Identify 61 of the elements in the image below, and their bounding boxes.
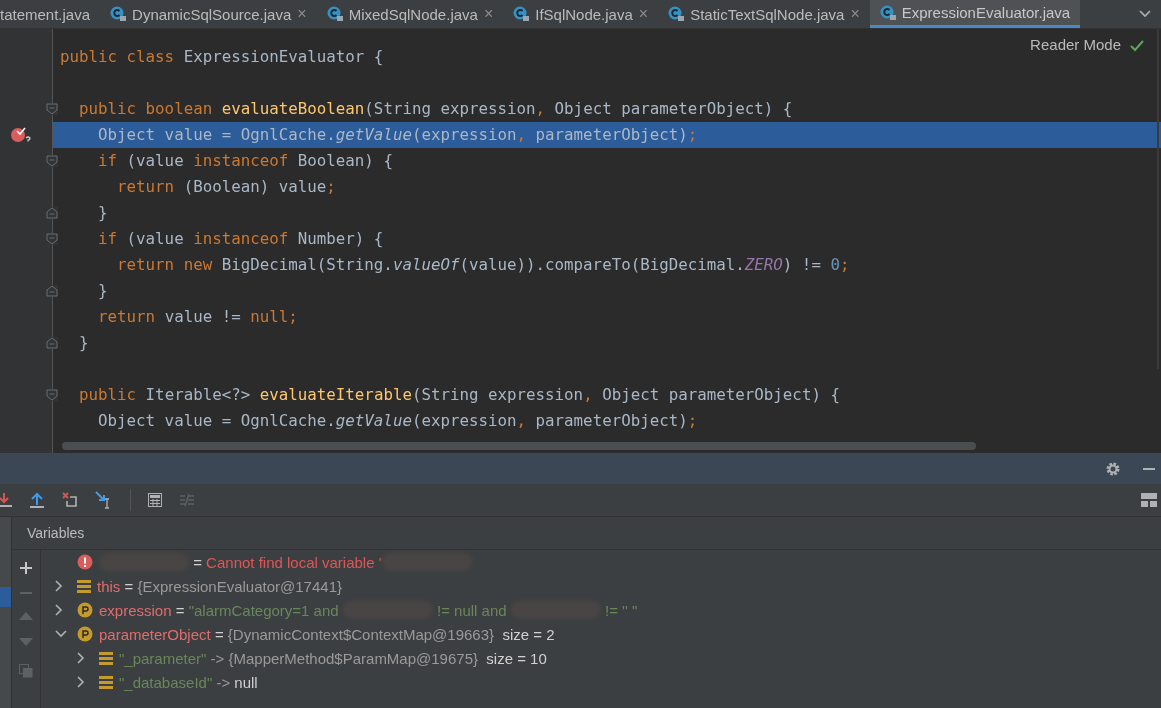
layout-icon[interactable]	[1141, 493, 1157, 507]
error-icon	[77, 554, 93, 570]
fold-icon[interactable]	[46, 337, 58, 349]
code-line: Object value = OgnlCache.getValue(expression, parameterObject);	[97, 411, 698, 431]
fold-icon[interactable]	[46, 207, 58, 219]
horizontal-scrollbar[interactable]	[62, 442, 976, 450]
code-line: if (value instanceof Number) {	[97, 229, 384, 249]
code-line: public class ExpressionEvaluator {	[60, 47, 384, 67]
selected-frame-marker	[0, 587, 11, 607]
editor-tab[interactable]: DynamicSqlSource.java ×	[100, 0, 317, 28]
field-icon	[99, 651, 113, 665]
step-into-icon[interactable]	[0, 492, 12, 508]
editor-tab[interactable]: tatement.java	[0, 0, 101, 28]
class-icon	[110, 6, 127, 22]
code-line: }	[97, 203, 108, 223]
code-line: return new BigDecimal(String.valueOf(value)).compareTo(BigDecimal.ZERO) != 0;	[116, 255, 850, 275]
close-icon[interactable]: ×	[638, 5, 649, 23]
code-line: return (Boolean) value;	[116, 177, 336, 197]
variable-entry[interactable]: "_databaseId" -> null	[119, 673, 258, 691]
editor-tab[interactable]: StaticTextSqlNode.java ×	[658, 0, 870, 28]
code-line: Object value = OgnlCache.getValue(expression, parameterObject);	[97, 125, 698, 145]
drop-frame-icon[interactable]	[62, 492, 78, 508]
step-out-icon[interactable]	[29, 492, 45, 508]
breakpoint-icon[interactable]	[10, 125, 32, 145]
class-icon	[326, 6, 343, 22]
chevron-down-icon[interactable]	[1139, 10, 1151, 18]
class-icon	[513, 6, 530, 22]
variable-entry[interactable]: parameterObject = {DynamicContext$ContextMap@19663} size = 2	[99, 625, 555, 643]
code-line: if (value instanceof Boolean) {	[97, 151, 393, 171]
code-line: }	[97, 281, 108, 301]
panel-title: Variables	[27, 525, 85, 541]
variable-entry[interactable]: = Cannot find local variable '	[99, 553, 472, 571]
variable-entry[interactable]: expression = "alarmCategory=1 and != null and != '' "	[99, 601, 638, 619]
reader-mode-link[interactable]: Reader Mode	[1030, 36, 1121, 53]
code-line: }	[78, 333, 89, 353]
variable-entry[interactable]: "_parameter" -> {MapperMethod$ParamMap@19675} size = 10	[119, 649, 547, 667]
fold-icon[interactable]	[46, 389, 58, 401]
close-icon[interactable]: ×	[850, 5, 860, 23]
code-line: public Iterable<?> evaluateIterable(String expression, Object parameterObject) {	[78, 385, 840, 405]
close-icon[interactable]: ×	[483, 5, 494, 23]
fold-icon[interactable]	[46, 285, 58, 297]
check-icon	[1130, 40, 1144, 52]
fold-icon[interactable]	[46, 233, 58, 245]
parameter-icon	[77, 626, 93, 642]
editor-tab[interactable]: ExpressionEvaluator.java	[869, 0, 1081, 28]
editor-tab[interactable]: IfSqlNode.java ×	[503, 0, 659, 28]
code-line: return value != null;	[97, 307, 298, 327]
class-icon	[668, 6, 685, 22]
add-icon[interactable]	[20, 562, 32, 574]
field-icon	[99, 675, 113, 689]
variable-entry[interactable]: this = {ExpressionEvaluator@17441}	[97, 577, 342, 595]
settings-icon[interactable]	[1105, 460, 1121, 477]
close-icon[interactable]: ×	[297, 5, 307, 23]
fold-icon[interactable]	[46, 103, 58, 115]
field-icon	[77, 579, 91, 593]
editor-tab[interactable]: MixedSqlNode.java ×	[316, 0, 504, 28]
calculator-icon[interactable]	[148, 493, 162, 507]
parameter-icon	[77, 602, 93, 618]
class-icon	[879, 4, 896, 21]
fold-icon[interactable]	[46, 155, 58, 167]
code-line: public boolean evaluateBoolean(String expression, Object parameterObject) {	[78, 99, 793, 119]
